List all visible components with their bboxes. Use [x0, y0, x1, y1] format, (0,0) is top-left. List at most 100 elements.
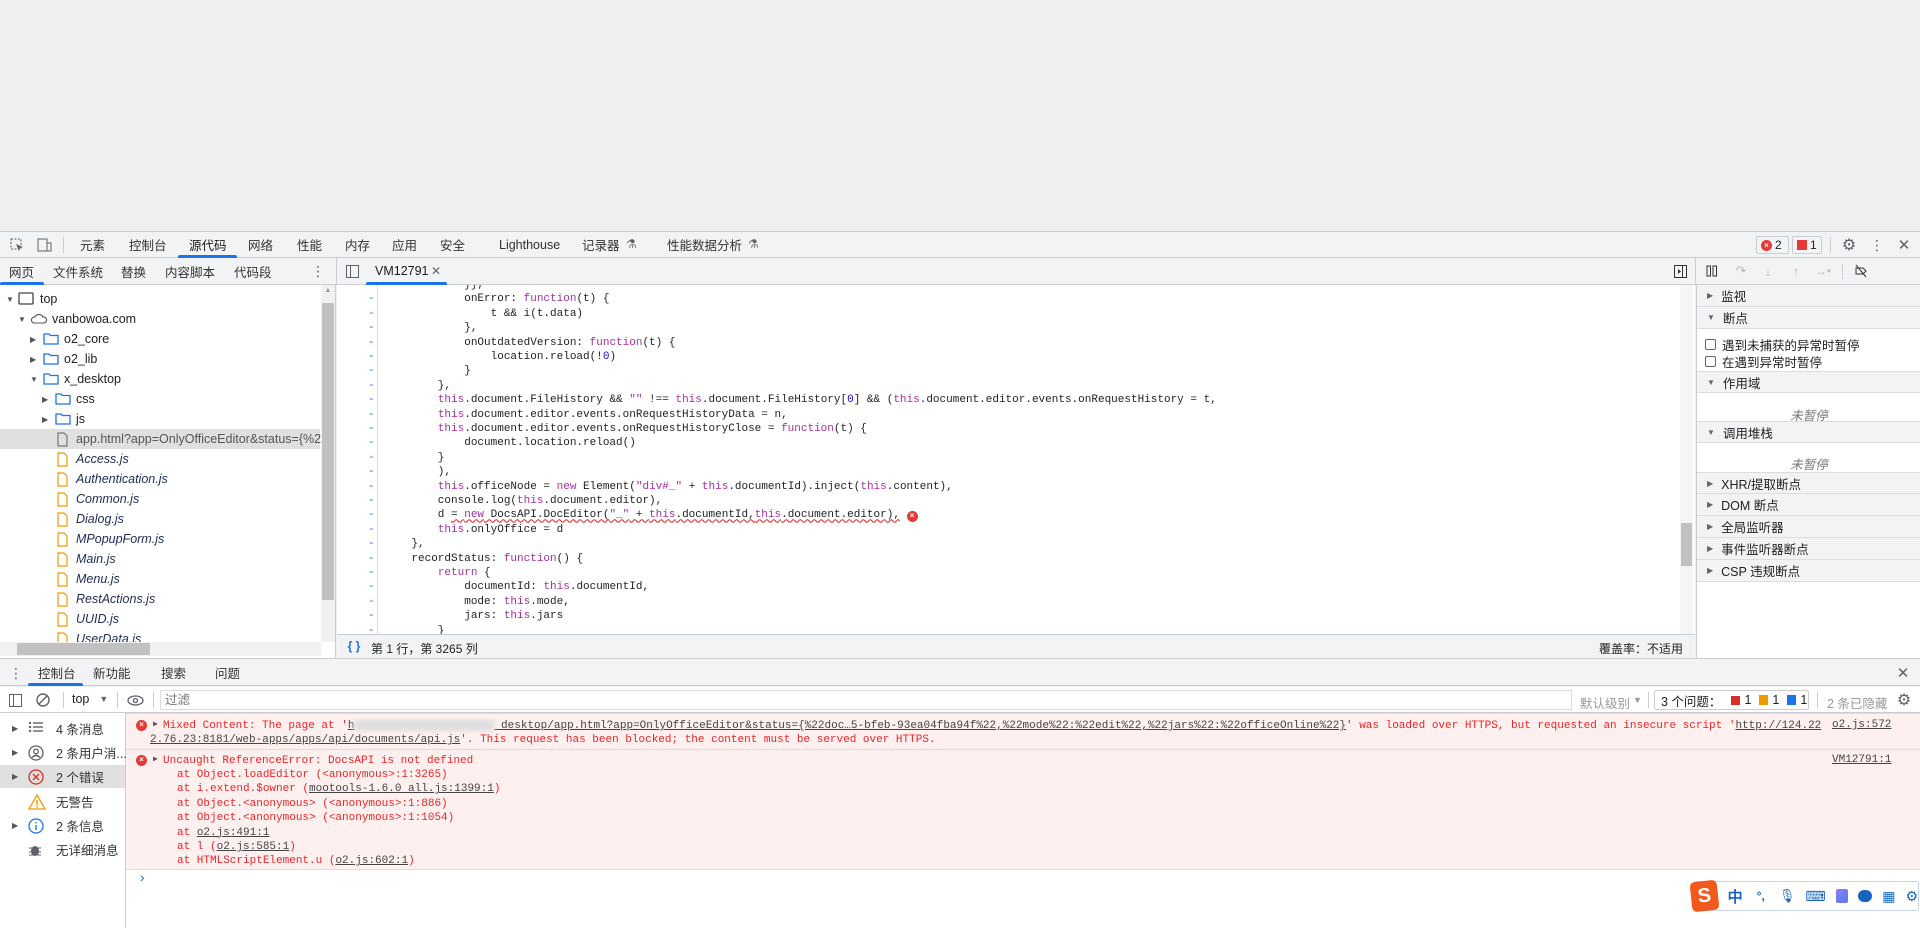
breakpoints-section[interactable]: ▼ 断点: [1697, 307, 1920, 329]
pretty-print-icon[interactable]: { }: [345, 638, 363, 654]
event-listener-breakpoints-section[interactable]: ▶ 事件监听器断点: [1697, 538, 1920, 560]
editor-vertical-scrollbar[interactable]: [1680, 285, 1693, 634]
editor-tab-vm12791[interactable]: VM12791: [375, 258, 429, 284]
more-options-icon[interactable]: ⋮: [1870, 236, 1884, 254]
console-settings-gear-icon[interactable]: ⚙: [1895, 691, 1913, 709]
issue-count-badge[interactable]: 1: [1792, 236, 1822, 254]
navigator-vertical-scrollbar[interactable]: ▲: [321, 285, 335, 642]
drawer-tab-3[interactable]: 问题: [215, 659, 240, 685]
console-sidebar-item[interactable]: ▶ 4 条消息: [0, 717, 125, 740]
console-filter-input[interactable]: [160, 690, 1572, 710]
drawer-more-icon[interactable]: ⋮: [9, 664, 23, 682]
console-sidebar-item[interactable]: 无警告: [0, 790, 125, 813]
frame-source-link[interactable]: o2.js:585:1: [217, 841, 290, 853]
page-url-link[interactable]: h desktop/app.html?app=OnlyOfficeEditor&…: [348, 719, 1346, 732]
keyboard-icon[interactable]: ⌨: [1805, 888, 1825, 905]
console-sidebar-item[interactable]: ▶ 2 条用户消...: [0, 741, 127, 764]
close-tab-icon[interactable]: ✕: [430, 263, 442, 279]
tab-7[interactable]: 安全: [440, 232, 465, 257]
expanded-arrow-icon[interactable]: ▼: [18, 315, 26, 324]
tab-0[interactable]: 元素: [80, 232, 105, 257]
global-listeners-section[interactable]: ▶ 全局监听器: [1697, 516, 1920, 538]
toggle-debugger-icon[interactable]: [1673, 264, 1687, 278]
collapsed-arrow-icon[interactable]: ▶: [30, 355, 36, 364]
tree-item[interactable]: ▼ vanbowoa.com: [0, 309, 320, 329]
tab-10[interactable]: 性能数据分析: [667, 232, 742, 257]
tree-item[interactable]: RestActions.js: [0, 589, 320, 609]
ime-toolbar[interactable]: S 中 °, 🎙 ⌨ ▦ ⚙: [1689, 879, 1919, 913]
settings-gear-icon[interactable]: ⚙: [1840, 236, 1858, 254]
tree-item[interactable]: Dialog.js: [0, 509, 320, 529]
tab-2[interactable]: 源代码: [189, 232, 227, 257]
frame-source-link[interactable]: mootools-1.6.0 all.js:1399:1: [309, 783, 494, 795]
tab-1[interactable]: 控制台: [129, 232, 167, 257]
step-out-icon[interactable]: ↑: [1789, 263, 1803, 279]
console-prompt[interactable]: ›: [126, 871, 1920, 891]
ime-punctuation[interactable]: °,: [1757, 889, 1765, 903]
drawer-tab-0[interactable]: 控制台: [38, 659, 76, 685]
tab-3[interactable]: 网络: [248, 232, 273, 257]
collapsed-arrow-icon[interactable]: ▶: [42, 395, 48, 404]
ime-settings-icon[interactable]: ⚙: [1905, 888, 1918, 905]
tree-item[interactable]: Authentication.js: [0, 469, 320, 489]
toggle-navigator-icon[interactable]: [345, 264, 359, 278]
message-source-link[interactable]: VM12791:1: [1832, 754, 1891, 766]
expanded-arrow-icon[interactable]: ▼: [6, 295, 14, 304]
drawer-tab-1[interactable]: 新功能: [93, 659, 131, 685]
expand-arrow-icon[interactable]: ▶: [153, 754, 158, 764]
expand-arrow-icon[interactable]: ▶: [12, 748, 18, 757]
drawer-tab-2[interactable]: 搜索: [161, 659, 186, 685]
tab-5[interactable]: 内存: [345, 232, 370, 257]
csp-breakpoints-section[interactable]: ▶ CSP 违规断点: [1697, 560, 1920, 582]
inline-error-icon[interactable]: ×: [906, 511, 918, 523]
tab-6[interactable]: 应用: [392, 232, 417, 257]
navigator-tab-3[interactable]: 内容脚本: [165, 258, 215, 284]
navigator-more-icon[interactable]: ⋮: [311, 262, 325, 280]
tab-8[interactable]: Lighthouse: [499, 232, 560, 257]
deactivate-breakpoints-icon[interactable]: [1853, 263, 1869, 279]
script-url-link[interactable]: http://124.22: [1735, 720, 1821, 732]
expanded-arrow-icon[interactable]: ▼: [30, 375, 38, 384]
dom-breakpoints-section[interactable]: ▶ DOM 断点: [1697, 494, 1920, 516]
step-over-icon[interactable]: ↷: [1734, 263, 1748, 279]
ime-language[interactable]: 中: [1728, 886, 1743, 907]
navigator-horizontal-scrollbar[interactable]: [0, 642, 321, 656]
scope-section[interactable]: ▼ 作用域: [1697, 371, 1920, 393]
microphone-icon[interactable]: 🎙: [1779, 888, 1796, 904]
clear-console-icon[interactable]: [35, 692, 51, 708]
expand-arrow-icon[interactable]: ▶: [12, 724, 18, 733]
step-icon[interactable]: →•: [1815, 263, 1831, 279]
navigator-tab-0[interactable]: 网页: [9, 258, 34, 284]
script-url-link-cont[interactable]: 2.76.23:8181/web-apps/apps/api/documents…: [150, 734, 460, 746]
device-toolbar-icon[interactable]: [36, 237, 52, 253]
log-level-dropdown[interactable]: 默认级别 ▼: [1580, 693, 1642, 712]
console-sidebar-item[interactable]: ▶ 2 条信息: [0, 814, 125, 837]
navigator-tab-2[interactable]: 替换: [121, 258, 146, 284]
tab-9[interactable]: 记录器: [582, 232, 620, 257]
close-devtools-icon[interactable]: ✕: [1896, 236, 1912, 254]
step-into-icon[interactable]: ↓: [1761, 263, 1775, 279]
skin-shirt-icon[interactable]: [1835, 889, 1848, 903]
tree-item[interactable]: Menu.js: [0, 569, 320, 589]
tree-item[interactable]: ▶ o2_lib: [0, 349, 320, 369]
tree-item[interactable]: ▼ x_desktop: [0, 369, 320, 389]
tree-item[interactable]: ▶ js: [0, 409, 320, 429]
collapsed-arrow-icon[interactable]: ▶: [30, 335, 36, 344]
tree-item[interactable]: Main.js: [0, 549, 320, 569]
close-drawer-icon[interactable]: ✕: [1895, 664, 1911, 682]
context-selector[interactable]: top ▼: [72, 692, 108, 706]
code-editor[interactable]: - }}, - onError: function(t) {- t && i(t.…: [337, 285, 1695, 634]
assistant-robot-icon[interactable]: [1857, 890, 1873, 902]
message-source-link[interactable]: o2.js:572: [1832, 719, 1891, 731]
pause-caught-checkbox[interactable]: 在遇到异常时暂停: [1705, 352, 1822, 371]
navigator-tab-1[interactable]: 文件系统: [53, 258, 103, 284]
apps-grid-icon[interactable]: ▦: [1882, 888, 1895, 905]
error-count-badge[interactable]: × 2: [1756, 236, 1789, 254]
show-sidebar-icon[interactable]: [8, 693, 22, 707]
frame-source-link[interactable]: o2.js:602:1: [335, 855, 408, 867]
issues-button[interactable]: 3 个问题： 1 1 1: [1654, 690, 1809, 710]
tree-item[interactable]: ▶ css: [0, 389, 320, 409]
tree-item[interactable]: UUID.js: [0, 609, 320, 629]
expand-arrow-icon[interactable]: ▶: [12, 772, 18, 781]
scrollbar-thumb[interactable]: [1681, 523, 1692, 566]
